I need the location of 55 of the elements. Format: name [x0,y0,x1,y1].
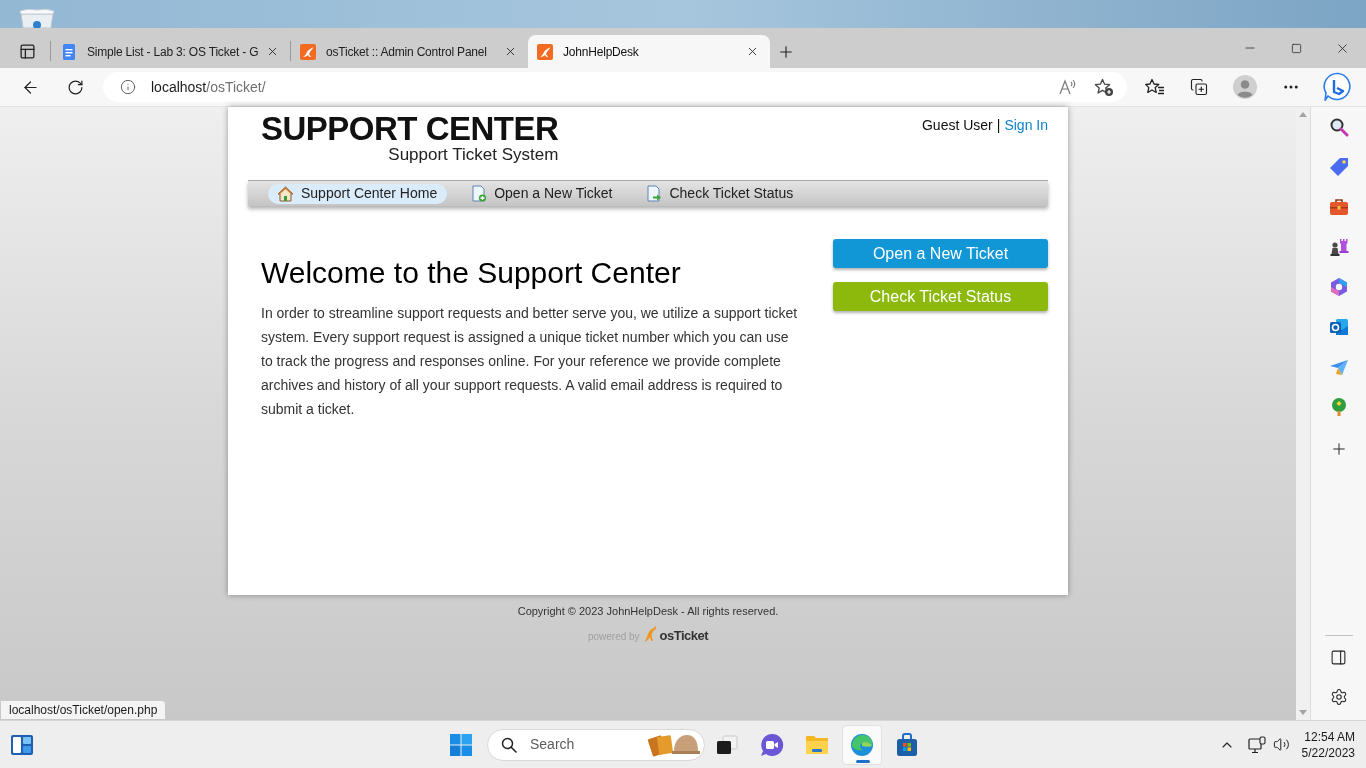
wired-network-icon[interactable] [1247,735,1266,754]
address-field[interactable]: localhost/osTicket/ [103,72,1127,102]
reload-icon[interactable] [66,78,84,96]
info-icon[interactable] [120,79,136,95]
intro-paragraph: In order to streamline support requests and better serve you, we utilize a support ticket system. Every support request is assigned a unique ticket number which you can use to track the progress and responses online. For your reference we provide complete archives and history of all your support requests. A valid email address is required to submit a ticket. [261,304,799,419]
browser-tab[interactable]: JohnHelpDesk [528,35,770,68]
start-icon[interactable] [450,733,472,756]
logo-subtitle: Support Ticket System [388,146,559,164]
search-icon [501,736,517,753]
maximize-icon[interactable] [1290,42,1302,54]
clock[interactable]: 12:54 AM 5/22/2023 [1301,728,1355,761]
read-aloud-icon[interactable] [1059,79,1077,95]
sign-in-link[interactable]: Sign In [1004,116,1048,134]
favorites-icon[interactable] [1145,78,1165,96]
search-icon[interactable] [1328,117,1349,137]
shopping-bag-icon[interactable] [895,732,919,757]
volume-icon[interactable] [1273,736,1291,753]
nav-link[interactable]: Check Ticket Status [637,183,804,204]
chess-pieces-icon[interactable] [1328,237,1349,257]
brand-text: osTicket [659,628,709,643]
side-panel-icon[interactable] [1330,648,1347,666]
widgets-icon[interactable] [10,733,34,756]
separator-text: | [996,116,1001,134]
house-icon [277,185,294,202]
document-favicon-icon [61,43,77,60]
welcome-heading: Welcome to the Support Center [261,255,682,291]
video-chat-icon[interactable] [760,732,784,757]
settings-icon[interactable] [1329,688,1348,706]
guest-user-label: Guest User [921,116,993,134]
document-arrow-icon [646,185,663,202]
mail-app-icon[interactable] [1328,317,1349,337]
kangaroo-logo-icon [642,625,657,643]
collections-icon[interactable] [1190,78,1208,96]
document-plus-icon [471,185,488,202]
hexagon-swirl-icon[interactable] [1328,277,1349,297]
books-and-hat-icon [648,732,700,757]
status-url: localhost/osTicket/open.php [0,700,167,720]
tab-actions-icon[interactable] [18,43,36,60]
browser-tab[interactable]: osTicket :: Admin Control Panel [291,35,528,68]
copyright-text: Copyright © 2023 JohnHelpDesk - All rights reserved. [517,605,779,618]
task-view-icon[interactable] [716,734,738,755]
nav-link[interactable]: Open a New Ticket [462,183,623,204]
folder-icon[interactable] [805,734,829,755]
browser-tab[interactable]: Simple List - Lab 3: OS Ticket - G [52,35,290,68]
profile-avatar-icon[interactable] [1233,75,1257,99]
kangaroo-favicon-icon [300,43,316,60]
tag-icon[interactable] [1328,157,1349,177]
nav-link[interactable]: Support Center Home [268,183,448,204]
toolbox-icon[interactable] [1328,197,1349,217]
taskbar-search-box[interactable]: Search [487,728,705,761]
logo-title: SUPPORT CENTER [261,112,559,146]
kangaroo-favicon-icon [537,43,553,60]
chat-bubble-logo-icon[interactable] [1323,72,1353,102]
add-favorite-icon[interactable] [1094,77,1114,97]
browser-logo-icon[interactable] [850,732,874,757]
